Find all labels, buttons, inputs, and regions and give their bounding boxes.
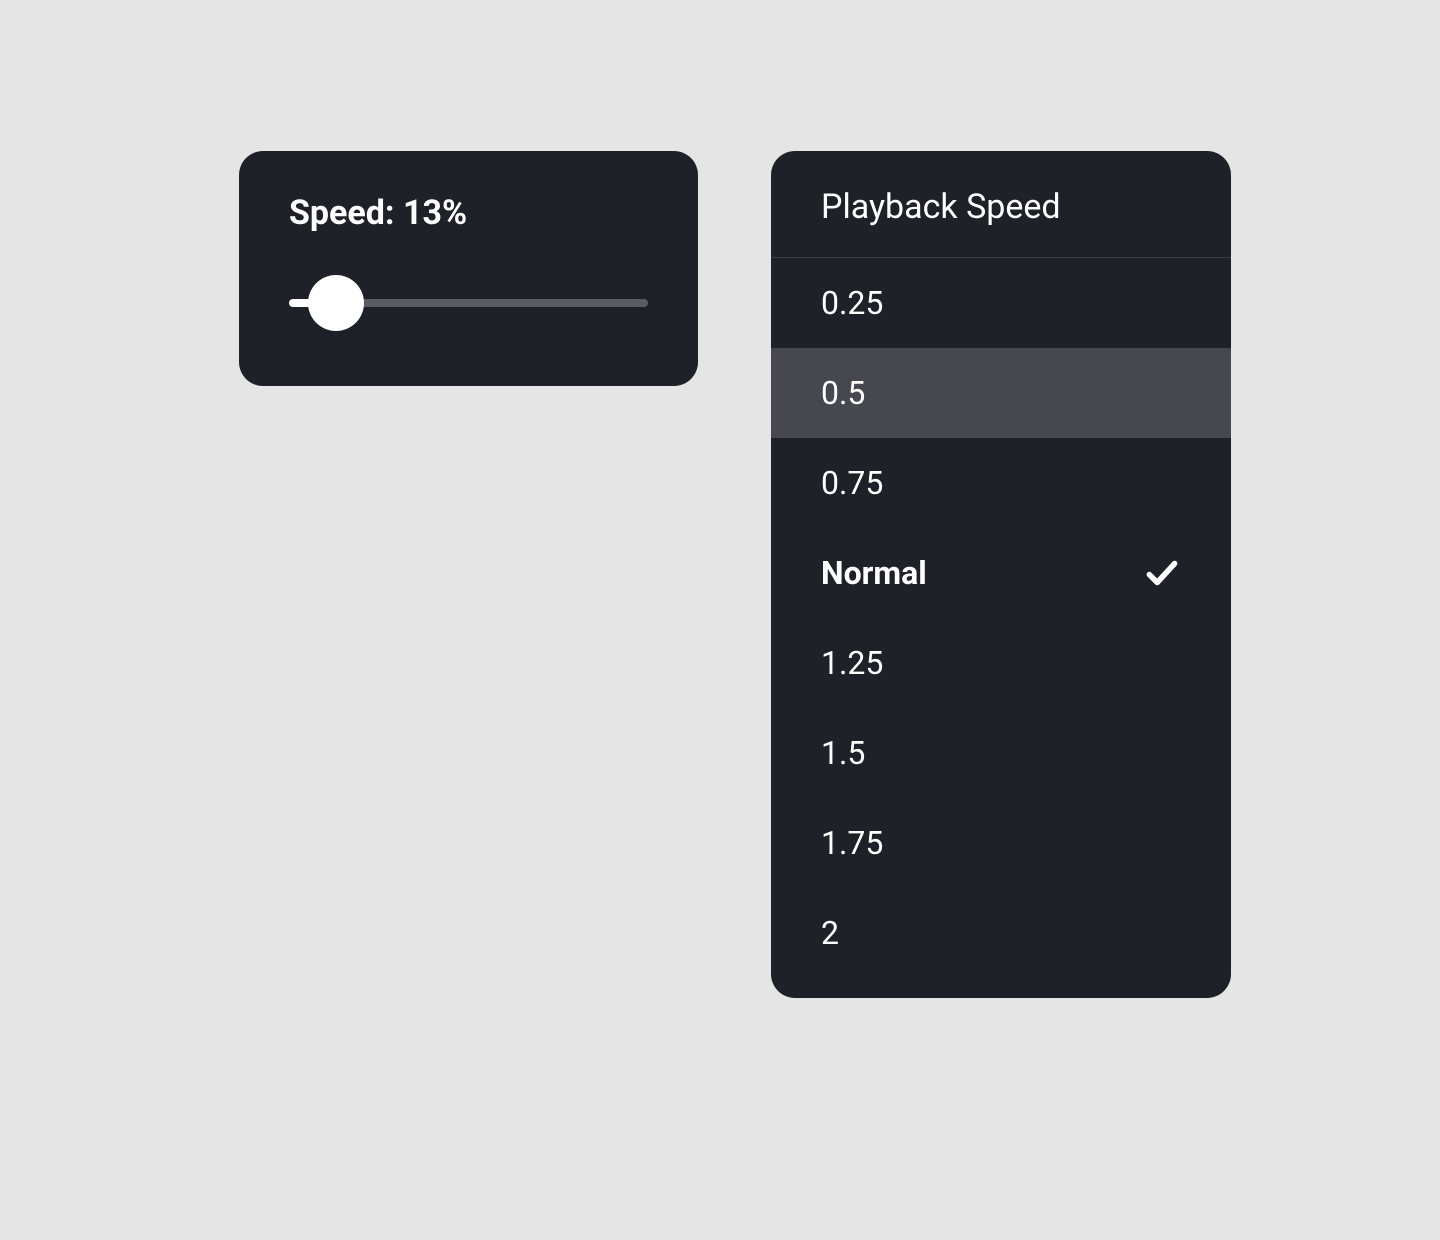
playback-option-normal[interactable]: Normal — [771, 528, 1231, 618]
playback-option-1-75[interactable]: 1.75 — [771, 798, 1231, 888]
playback-menu-items: 0.25 0.5 0.75 Normal 1.25 1.5 1.75 2 — [771, 258, 1231, 998]
playback-option-label: 1.5 — [821, 734, 865, 772]
check-icon — [1143, 554, 1181, 592]
playback-option-label: 2 — [821, 914, 839, 952]
playback-option-label: 0.75 — [821, 464, 883, 502]
playback-option-label: Normal — [821, 554, 927, 592]
playback-speed-menu: Playback Speed 0.25 0.5 0.75 Normal 1.25… — [771, 151, 1231, 998]
playback-option-1-25[interactable]: 1.25 — [771, 618, 1231, 708]
playback-option-label: 0.25 — [821, 284, 883, 322]
playback-option-1-5[interactable]: 1.5 — [771, 708, 1231, 798]
playback-option-0-25[interactable]: 0.25 — [771, 258, 1231, 348]
playback-option-0-75[interactable]: 0.75 — [771, 438, 1231, 528]
playback-option-2[interactable]: 2 — [771, 888, 1231, 978]
speed-slider[interactable] — [289, 283, 648, 323]
slider-thumb[interactable] — [308, 275, 364, 331]
playback-option-0-5[interactable]: 0.5 — [771, 348, 1231, 438]
speed-slider-card: Speed: 13% — [239, 151, 698, 386]
playback-option-label: 1.25 — [821, 644, 883, 682]
playback-option-label: 0.5 — [821, 374, 865, 412]
speed-slider-label: Speed: 13% — [289, 193, 648, 233]
playback-option-label: 1.75 — [821, 824, 883, 862]
playback-menu-title: Playback Speed — [771, 151, 1231, 258]
